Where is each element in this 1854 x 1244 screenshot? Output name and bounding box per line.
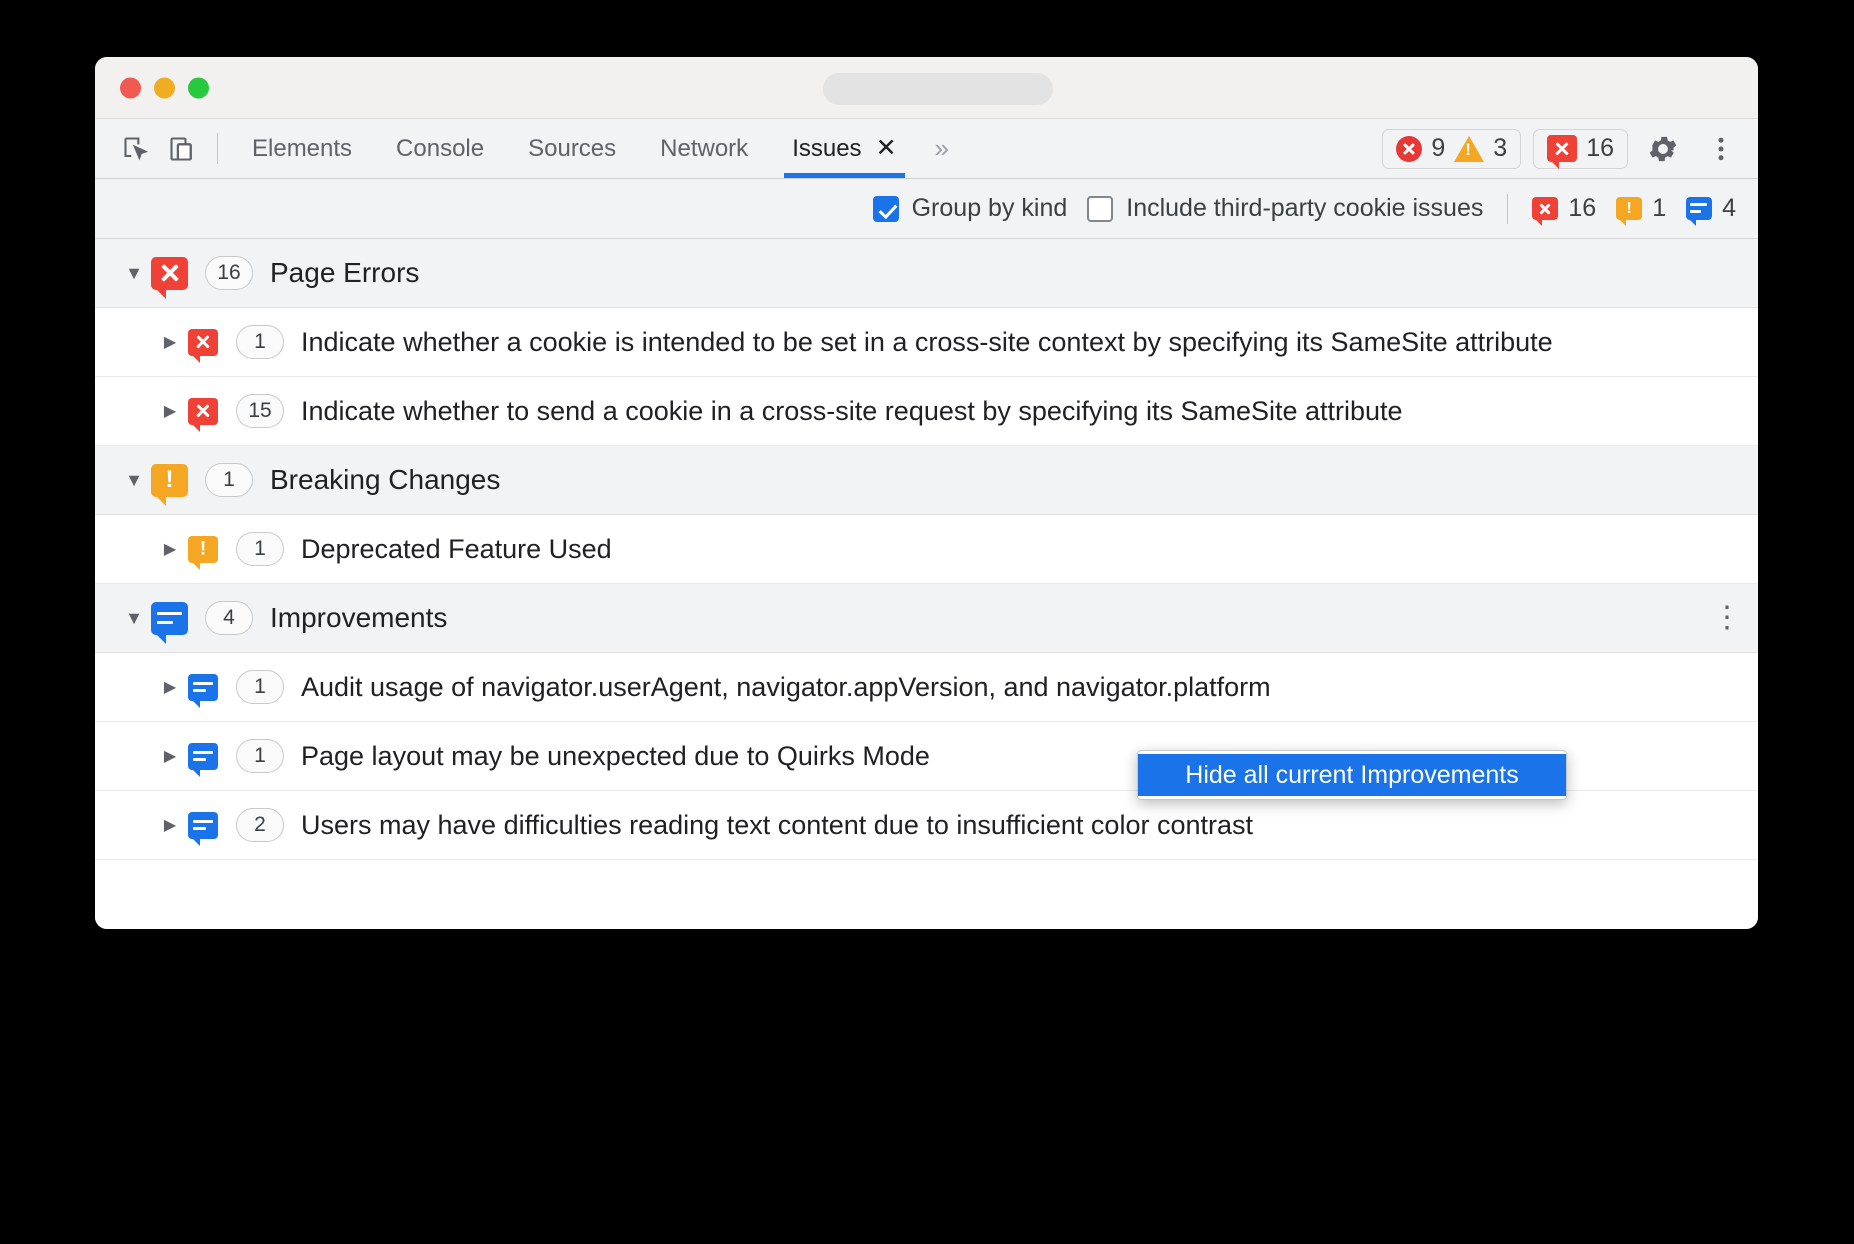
issue-row[interactable]: ▶ 1 Indicate whether a cookie is intende…	[95, 308, 1758, 377]
info-bubble-icon	[187, 743, 219, 770]
context-menu: Hide all current Improvements	[1137, 750, 1567, 800]
warning-triangle-icon	[1454, 136, 1484, 162]
issue-count-badge: 2	[236, 808, 284, 842]
info-bubble-icon	[1686, 197, 1712, 220]
tab-label: Elements	[252, 135, 352, 163]
group-count-badge: 16	[205, 256, 253, 290]
kebab-menu-icon[interactable]	[1698, 126, 1744, 172]
group-kebab-menu-icon[interactable]: ⋮	[1712, 610, 1732, 627]
devtools-window: DevTools Elements Console	[95, 57, 1758, 929]
tab-label: Sources	[528, 135, 616, 163]
issues-filter-bar: Group by kind Include third-party cookie…	[95, 179, 1758, 239]
menu-item-hide-all-current-improvements[interactable]: Hide all current Improvements	[1138, 754, 1566, 796]
tab-elements[interactable]: Elements	[230, 119, 374, 178]
improvements-count-group: 4	[1686, 194, 1736, 223]
include-third-party-label: Include third-party cookie issues	[1126, 194, 1483, 223]
issue-row[interactable]: ▶ 15 Indicate whether to send a cookie i…	[95, 377, 1758, 446]
group-title: Page Errors	[270, 257, 419, 289]
issue-group-header-breaking-changes[interactable]: ▼ ! 1 Breaking Changes	[95, 446, 1758, 515]
error-bubble-icon	[187, 329, 219, 356]
checkbox-box[interactable]	[1087, 196, 1113, 222]
breaking-changes-count: 1	[1652, 194, 1666, 223]
issue-group-header-page-errors[interactable]: ▼ 16 Page Errors	[95, 239, 1758, 308]
error-bubble-icon	[1532, 197, 1558, 220]
chevron-right-icon[interactable]: ▶	[153, 815, 187, 835]
tab-label: Console	[396, 135, 484, 163]
issue-row[interactable]: ▶ 2 Users may have difficulties reading …	[95, 791, 1758, 860]
inspect-element-icon[interactable]	[113, 119, 159, 178]
group-title: Improvements	[270, 602, 447, 634]
issue-count-badge: 1	[236, 670, 284, 704]
chevron-right-icon[interactable]: ▶	[153, 746, 187, 766]
warning-bubble-icon: !	[187, 536, 219, 563]
window-title-bar: DevTools	[95, 57, 1758, 119]
chevron-right-icon[interactable]: ▶	[153, 677, 187, 697]
tab-label: Issues	[792, 135, 861, 163]
issue-group-header-improvements[interactable]: ▼ 4 Improvements ⋮	[95, 584, 1758, 653]
issues-counter[interactable]: 16	[1533, 129, 1628, 169]
info-bubble-icon	[151, 602, 188, 635]
chevron-down-icon[interactable]: ▼	[117, 470, 151, 491]
issue-count-badge: 15	[236, 394, 284, 428]
warning-count: 3	[1493, 134, 1507, 163]
group-by-kind-checkbox[interactable]: Group by kind	[873, 194, 1068, 223]
warning-bubble-icon: !	[1616, 197, 1642, 220]
warning-bubble-icon: !	[151, 464, 188, 497]
improvements-count: 4	[1722, 194, 1736, 223]
info-bubble-icon	[187, 674, 219, 701]
toolbar-divider	[217, 133, 218, 164]
issues-count: 16	[1586, 134, 1614, 163]
group-title: Breaking Changes	[270, 464, 500, 496]
group-count-badge: 1	[205, 463, 253, 497]
chevron-right-icon[interactable]: ▶	[153, 401, 187, 421]
chevron-right-icon[interactable]: ▶	[153, 539, 187, 559]
close-icon[interactable]: ✕	[876, 136, 897, 161]
chevron-right-icon[interactable]: ▶	[153, 332, 187, 352]
info-bubble-icon	[187, 812, 219, 839]
filter-divider	[1507, 194, 1508, 224]
checkbox-box[interactable]	[873, 196, 899, 222]
tab-console[interactable]: Console	[374, 119, 506, 178]
devtools-tab-bar: Elements Console Sources Network Issues …	[95, 119, 1758, 179]
page-errors-count-group: 16	[1532, 194, 1596, 223]
group-by-kind-label: Group by kind	[912, 194, 1068, 223]
issue-title: Deprecated Feature Used	[301, 532, 612, 566]
panel-tabs: Elements Console Sources Network Issues …	[230, 119, 965, 178]
issue-title: Users may have difficulties reading text…	[301, 808, 1253, 842]
error-bubble-icon	[187, 398, 219, 425]
title-bar-pill	[823, 73, 1053, 105]
issue-count-badge: 1	[236, 532, 284, 566]
issue-title: Audit usage of navigator.userAgent, navi…	[301, 670, 1271, 704]
issue-count-badge: 1	[236, 325, 284, 359]
more-tabs-icon[interactable]: »	[919, 119, 965, 178]
tab-bar-right-controls: 9 3 16	[1382, 119, 1744, 178]
issues-list: ▼ 16 Page Errors ▶ 1 Indicate whether a …	[95, 239, 1758, 929]
include-third-party-cookie-issues-checkbox[interactable]: Include third-party cookie issues	[1087, 194, 1483, 223]
error-count: 9	[1431, 134, 1445, 163]
tab-issues[interactable]: Issues ✕	[770, 119, 918, 178]
issue-row[interactable]: ▶ 1 Audit usage of navigator.userAgent, …	[95, 653, 1758, 722]
error-bubble-icon	[151, 257, 188, 290]
tab-sources[interactable]: Sources	[506, 119, 638, 178]
device-toolbar-icon[interactable]	[159, 119, 205, 178]
gear-icon[interactable]	[1640, 126, 1686, 172]
tab-network[interactable]: Network	[638, 119, 770, 178]
page-errors-count: 16	[1568, 194, 1596, 223]
tab-label: Network	[660, 135, 748, 163]
issue-title: Page layout may be unexpected due to Qui…	[301, 739, 930, 773]
issue-title: Indicate whether to send a cookie in a c…	[301, 394, 1403, 428]
chevron-down-icon[interactable]: ▼	[117, 608, 151, 629]
group-count-badge: 4	[205, 601, 253, 635]
error-circle-icon	[1396, 136, 1422, 162]
chevron-down-icon[interactable]: ▼	[117, 263, 151, 284]
console-counters[interactable]: 9 3	[1382, 129, 1521, 169]
issue-row[interactable]: ▶ ! 1 Deprecated Feature Used	[95, 515, 1758, 584]
issue-title: Indicate whether a cookie is intended to…	[301, 325, 1553, 359]
issue-error-bubble-icon	[1547, 135, 1577, 162]
breaking-changes-count-group: ! 1	[1616, 194, 1666, 223]
issue-count-badge: 1	[236, 739, 284, 773]
